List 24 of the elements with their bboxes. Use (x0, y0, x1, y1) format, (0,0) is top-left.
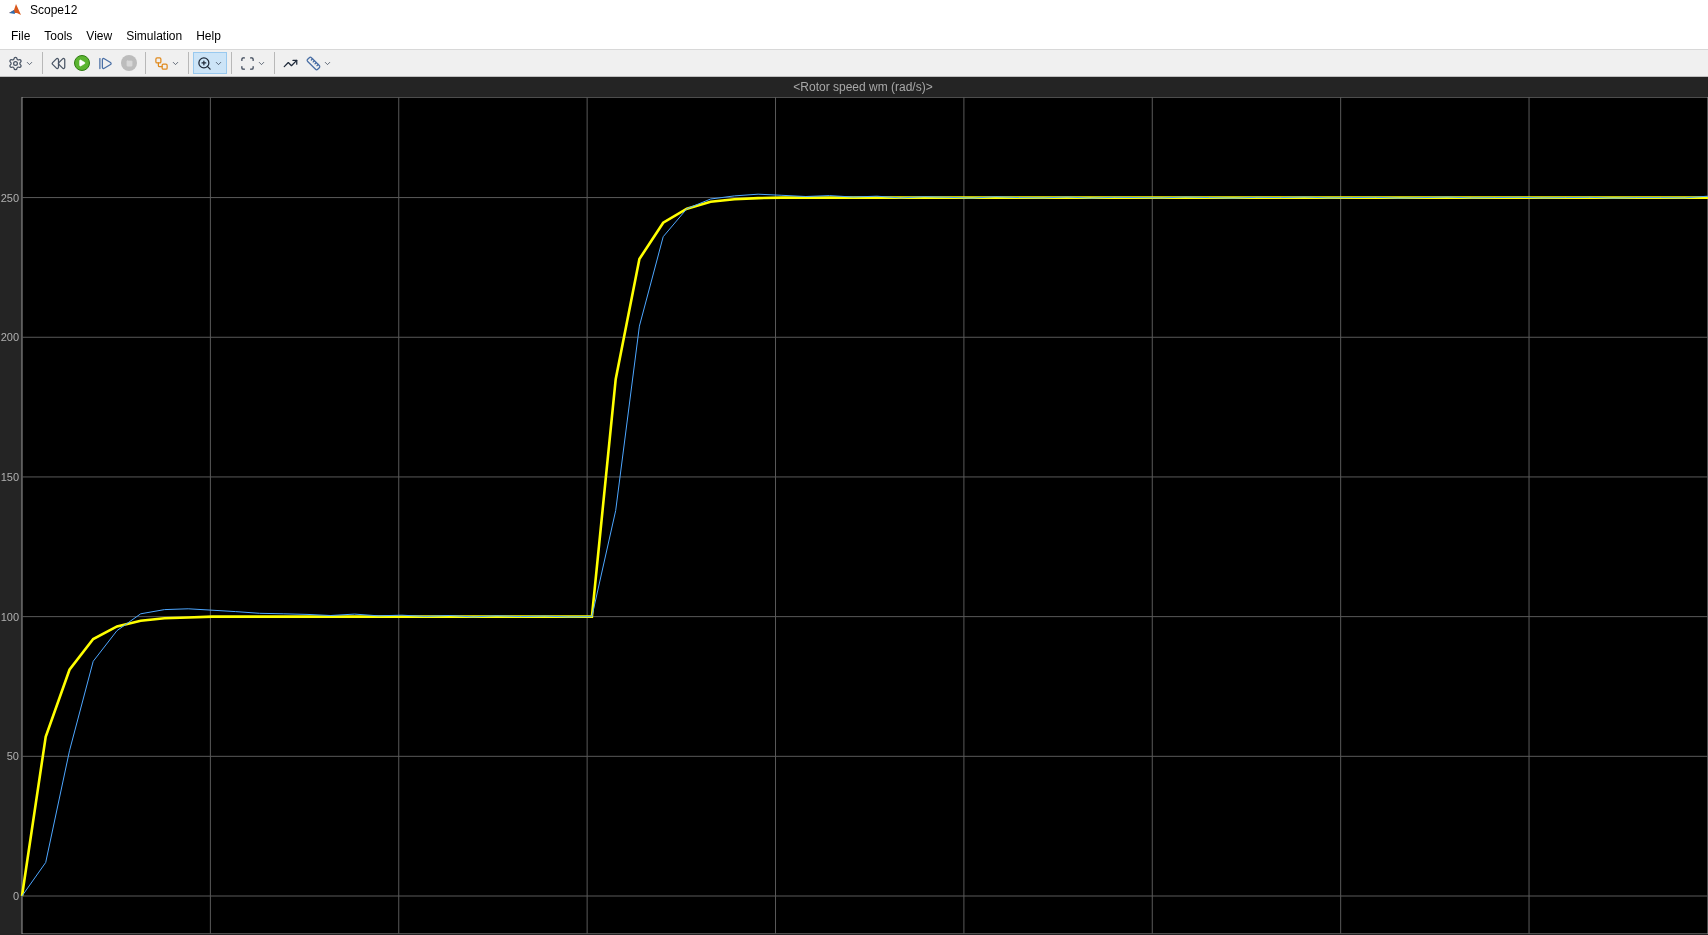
toolbar-button[interactable] (193, 52, 227, 74)
step-forward-icon (98, 55, 113, 71)
settings-icon (8, 55, 23, 71)
y-tick-label: 150 (0, 470, 19, 483)
rewind-icon (51, 55, 66, 71)
app-logo-icon (8, 3, 22, 17)
plot-title: <Rotor speed wm (rad/s)> (793, 79, 933, 96)
menu-item[interactable]: File (4, 27, 38, 45)
menu-item[interactable]: View (79, 27, 120, 45)
y-tick-label: 200 (0, 331, 19, 344)
y-tick-label: 100 (0, 610, 19, 623)
menu-item[interactable]: Tools (37, 27, 80, 45)
menu-item[interactable]: Help (189, 27, 228, 45)
zoom-icon (197, 55, 212, 71)
y-tick-label: 0 (12, 890, 19, 902)
y-tick-label: 250 (0, 191, 19, 204)
stop-icon (121, 55, 137, 71)
fit-axes-icon (240, 55, 255, 71)
ruler-icon (306, 55, 321, 71)
window-title: Scope12 (30, 2, 78, 19)
play-icon (74, 55, 90, 71)
block-diagram-icon (154, 55, 169, 71)
menu-item[interactable]: Simulation (119, 27, 190, 45)
y-tick-label: 50 (6, 750, 19, 763)
